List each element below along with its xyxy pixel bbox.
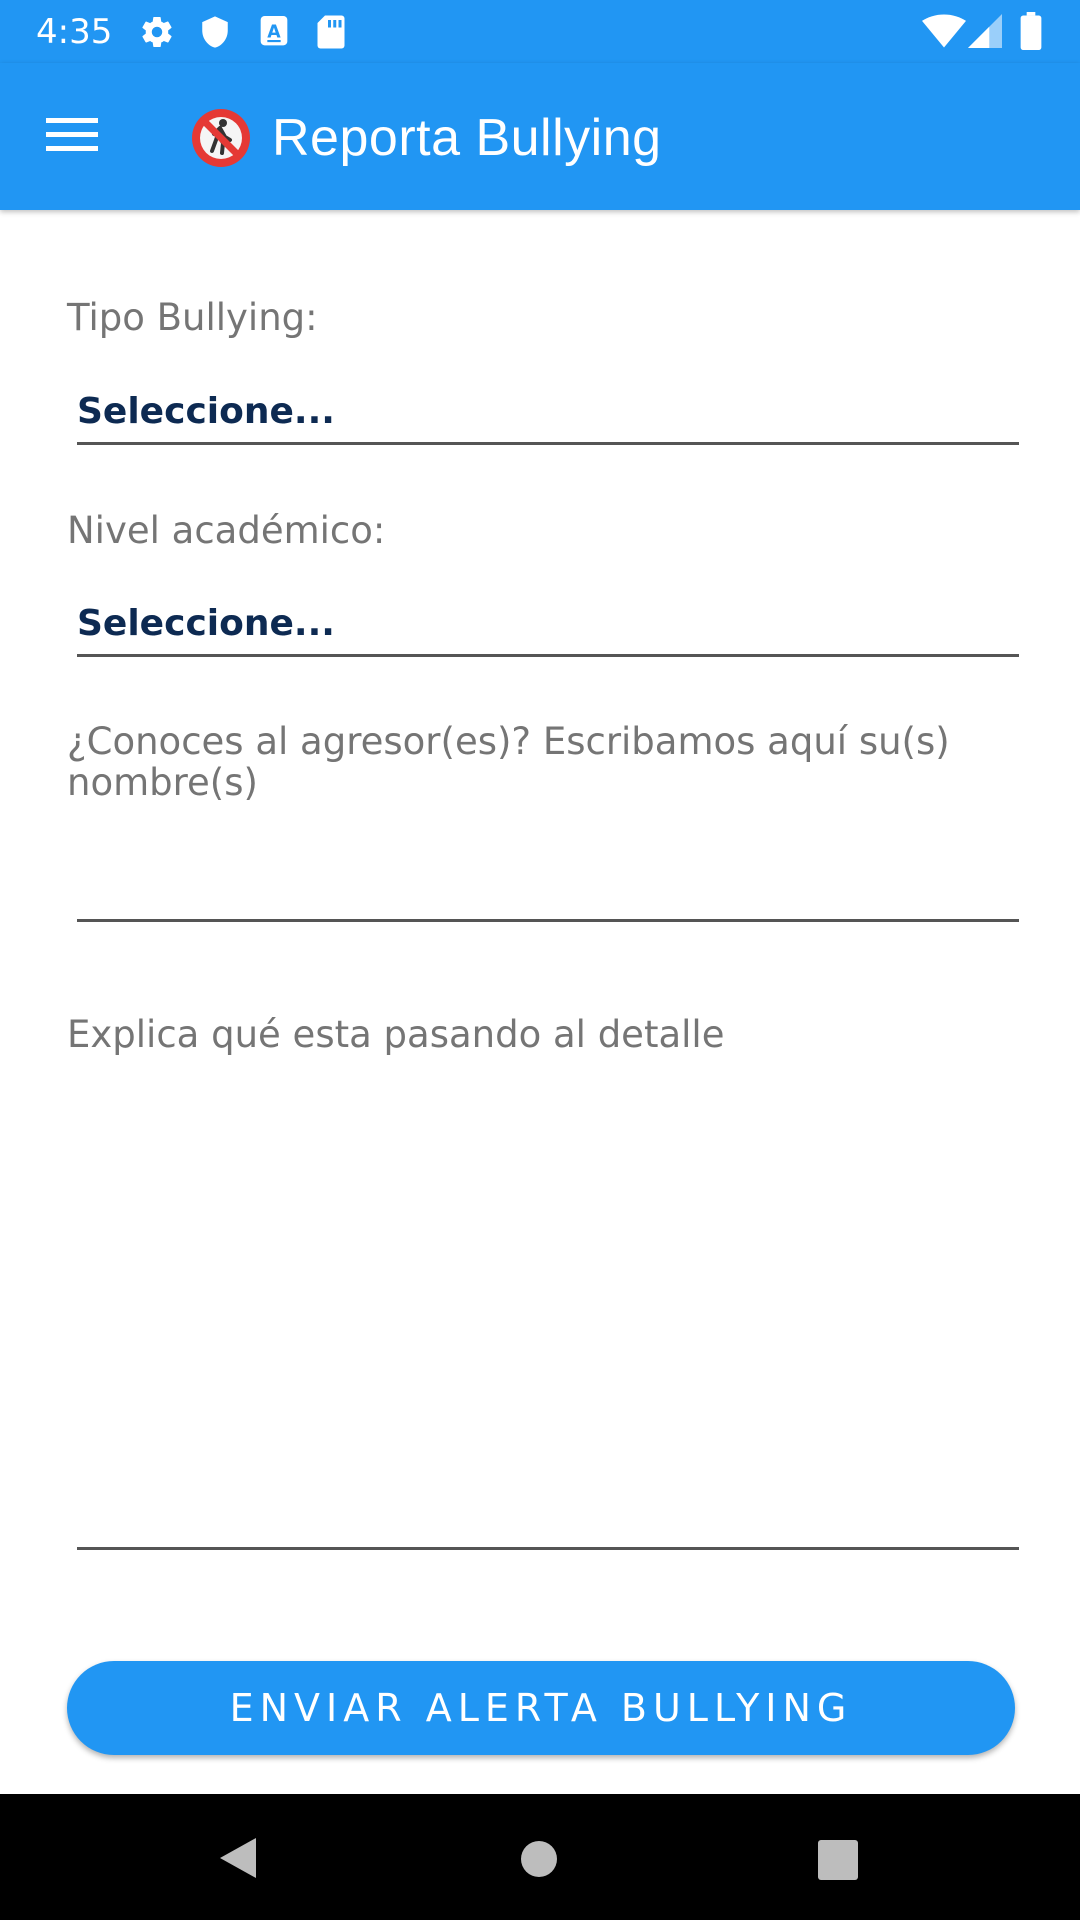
signal-icon [968,14,1002,53]
sd-card-icon [316,14,346,55]
tipo-bullying-picker[interactable]: Seleccione... [77,372,1019,445]
nivel-academico-picker[interactable]: Seleccione... [77,584,1019,657]
nivel-academico-value: Seleccione... [77,603,335,644]
app-title: Reporta Bullying [272,109,662,167]
status-bar: 4:35 A [0,0,1080,63]
detalle-textarea[interactable] [77,1080,1019,1550]
battery-icon [1020,12,1042,55]
wifi-icon [922,14,966,53]
detalle-label: Explica qué esta pasando al detalle [67,1013,725,1056]
text-notification-icon: A [258,14,290,55]
svg-text:A: A [267,22,281,42]
home-icon[interactable] [520,1840,558,1883]
app-bar: Reporta Bullying [0,63,1080,210]
enviar-alerta-label: ENVIAR ALERTA BULLYING [229,1686,853,1730]
shield-icon [198,14,232,55]
agresor-input[interactable] [77,820,1019,922]
back-icon[interactable] [218,1836,258,1885]
hamburger-menu-icon [46,117,98,158]
status-time: 4:35 [36,12,113,52]
app-title-container: Reporta Bullying [190,107,662,169]
menu-button[interactable] [30,99,114,175]
agresor-label: ¿Conoces al agresor(es)? Escribamos aquí… [67,720,950,804]
navigation-bar [0,1794,1080,1920]
tipo-bullying-label: Tipo Bullying: [67,296,318,339]
settings-icon [139,14,175,55]
recents-icon[interactable] [818,1840,858,1885]
tipo-bullying-value: Seleccione... [77,391,335,432]
enviar-alerta-button[interactable]: ENVIAR ALERTA BULLYING [67,1661,1015,1755]
no-pedestrian-icon [190,107,252,169]
nivel-academico-label: Nivel académico: [67,509,386,552]
